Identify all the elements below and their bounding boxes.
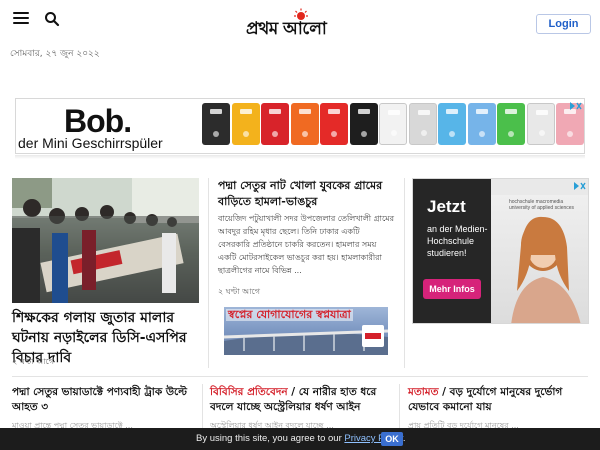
section-divider (12, 376, 588, 377)
ad-product-swatch (497, 103, 525, 145)
site-logo[interactable]: প্রথম আলো (246, 8, 356, 40)
story-time: ২ ঘণ্টা আগে (218, 287, 260, 296)
ad-product-swatch (320, 103, 348, 145)
bottom-story-2-headline[interactable]: বিবিসির প্রতিবেদন / যে নারীর হাত ধরে বদল… (210, 385, 388, 415)
column-divider (208, 178, 209, 368)
story-headline[interactable]: পদ্মা সেতুর নাট খোলা যুবকের গ্রামের বাড়… (218, 178, 398, 210)
ad-copy: an der Medien-Hochschule studieren! (427, 224, 488, 258)
ad-product-swatch (202, 103, 230, 145)
ad-school-name: hochschule macromedia university of appl… (509, 199, 575, 211)
cookie-suffix: . (402, 433, 406, 444)
ad-more-info-button[interactable]: Mehr Infos (423, 279, 481, 299)
ad-logo-badge (362, 325, 384, 347)
padma-bridge-ad[interactable]: স্বপ্নের যোগাযোগের স্বপ্নযাত্রা (224, 307, 388, 355)
column-divider (404, 178, 405, 368)
student-portrait (511, 216, 581, 323)
ad-product-swatch (290, 103, 319, 145)
column-divider (399, 384, 400, 428)
search-icon[interactable] (44, 11, 60, 27)
lead-story-time: ২ ঘণ্টা আগে (12, 357, 54, 366)
ad-small-text: স্বপ্নের যোগাযোগের স্বপ্নযাত্রা (226, 308, 353, 321)
tag-separator: / (291, 386, 299, 398)
ad-photo (491, 195, 588, 323)
ad-product-swatch (261, 103, 289, 145)
site-header: প্রথম আলো Login (0, 0, 600, 44)
ad-product-swatch (408, 103, 437, 145)
ad-product-swatch (379, 103, 407, 145)
cookie-consent-bar: By using this site, you agree to our Pri… (0, 428, 600, 450)
bottom-story-1-headline[interactable]: পদ্মা সেতুর ভায়াডাক্টে পণ্যবাহী ট্রাক উ… (12, 385, 190, 415)
ad-headline: Jetzt (427, 197, 466, 216)
university-ad[interactable]: Jetzt an der Medien-Hochschule studieren… (412, 178, 589, 324)
current-date: সোমবার, ২৭ জুন ২০২২ (10, 49, 100, 59)
ad-product-swatch (438, 103, 466, 145)
ad-divider (15, 155, 585, 159)
ad-product-swatch (526, 103, 555, 145)
ad-choices-icon[interactable] (572, 181, 586, 191)
ad-choices-icon[interactable] (568, 101, 582, 111)
story-summary: বায়েজিদ পটুয়াখালী সদর উপজেলার তেলিখালী… (218, 214, 395, 275)
ad-product-swatch (467, 103, 496, 145)
ad-product-swatch (349, 103, 378, 145)
login-button[interactable]: Login (536, 14, 591, 34)
cookie-message: By using this site, you agree to our Pri… (196, 433, 405, 444)
bottom-story-3-headline[interactable]: মতামত / বড় দুর্যোগে মানুষের দুর্ভোগ যেভ… (408, 385, 586, 415)
cookie-prefix: By using this site, you agree to our (196, 433, 345, 444)
banner-ad[interactable]: Bob. der Mini Geschirrspüler (15, 98, 585, 154)
hamburger-menu-icon[interactable] (13, 12, 29, 24)
bottom-story-3-tag: মতামত (408, 386, 439, 398)
protest-photo (12, 178, 199, 303)
column-divider (202, 384, 203, 428)
cookie-ok-button[interactable]: OK (381, 432, 403, 446)
lead-story-image[interactable] (12, 178, 199, 303)
logo-text: প্রথম আলো (246, 19, 327, 39)
tag-separator: / (442, 386, 450, 398)
ad-product-swatch (231, 103, 260, 145)
bottom-story-1-title: পদ্মা সেতুর ভায়াডাক্টে পণ্যবাহী ট্রাক উ… (12, 386, 187, 413)
ad-subtitle: der Mini Geschirrspüler (18, 135, 163, 151)
bottom-story-2-tag: বিবিসির প্রতিবেদন (210, 386, 288, 398)
